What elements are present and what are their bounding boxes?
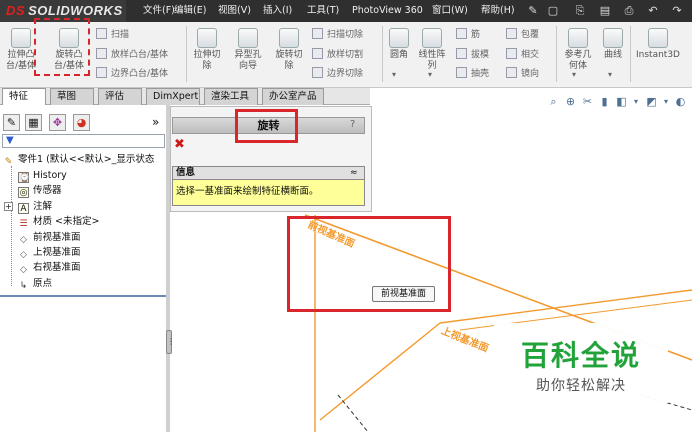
feature-manager-tab-icon[interactable]: ✎ [3, 114, 20, 131]
display-style-dropdown-icon[interactable]: ▾ [661, 94, 671, 109]
top-plane-edge-1 [439, 289, 692, 324]
section-view-icon[interactable]: ▮ [597, 94, 612, 109]
tree-item-sensors[interactable]: ◎ 传感器 [18, 183, 62, 198]
collapse-icon[interactable]: ≈ [350, 167, 362, 179]
annotation-icon: A [18, 203, 29, 214]
expand-annotations-icon[interactable]: + [4, 202, 13, 211]
tree-guide-line [11, 166, 12, 286]
axis-dashed-line [337, 394, 369, 432]
property-manager-tab-icon[interactable]: ▦ [25, 114, 42, 131]
feature-tree-root[interactable]: ✎ 零件1 (默认<<默认>_显示状态 [3, 152, 167, 167]
display-style-icon[interactable]: ◩ [644, 94, 659, 109]
feature-manager-lower-pane [0, 295, 168, 432]
tree-item-history[interactable]: ⌚ History [18, 168, 67, 183]
watermark-subtitle: 助你轻松解决 [536, 378, 626, 394]
watermark-title: 百科全说 [520, 339, 641, 372]
info-message: 选择一基准面来绘制特征横断面。 [172, 180, 365, 206]
previous-view-icon[interactable]: ✂ [580, 94, 595, 109]
configuration-manager-tab-icon[interactable]: ✥ [49, 114, 66, 131]
part-icon: ✎ [4, 157, 13, 167]
tree-item-origin[interactable]: ↳ 原点 [18, 276, 52, 291]
splitter-grip-icon[interactable]: ⋮ [166, 330, 175, 354]
zoom-area-icon[interactable]: ⊕ [563, 94, 578, 109]
hide-show-icon[interactable]: ◐ [673, 94, 688, 109]
tree-item-front-plane[interactable]: ◇ 前视基准面 [18, 230, 80, 245]
tree-item-material[interactable]: ☰ 材质 <未指定> [18, 214, 99, 229]
highlight-revolve-title [235, 109, 298, 143]
tree-item-top-plane[interactable]: ◇ 上视基准面 [18, 245, 80, 260]
material-icon: ☰ [19, 219, 28, 229]
info-section-header[interactable]: 信息 [172, 166, 365, 180]
cancel-icon[interactable]: ✖ [174, 138, 188, 152]
feature-filter-input[interactable] [2, 134, 165, 148]
origin-icon: ↳ [19, 281, 28, 291]
tree-item-annotations[interactable]: A 注解 [18, 199, 52, 214]
zoom-to-fit-icon[interactable]: ⌕ [546, 94, 561, 109]
highlight-front-plane [287, 216, 451, 312]
tree-item-right-plane[interactable]: ◇ 右视基准面 [18, 260, 80, 275]
help-icon[interactable]: ? [350, 118, 362, 132]
highlight-revolve-button [34, 18, 90, 76]
top-plane-edge-2 [319, 322, 441, 421]
plane-icon: ◇ [20, 265, 27, 275]
sensor-icon: ◎ [18, 187, 29, 198]
filter-funnel-icon: ▼ [6, 135, 14, 146]
view-orientation-icon[interactable]: ◧ [614, 94, 629, 109]
expand-panel-icon[interactable]: » [152, 114, 164, 130]
display-manager-tab-icon[interactable]: ◕ [73, 114, 90, 131]
view-orientation-dropdown-icon[interactable]: ▾ [631, 94, 641, 109]
history-icon: ⌚ [18, 172, 31, 183]
